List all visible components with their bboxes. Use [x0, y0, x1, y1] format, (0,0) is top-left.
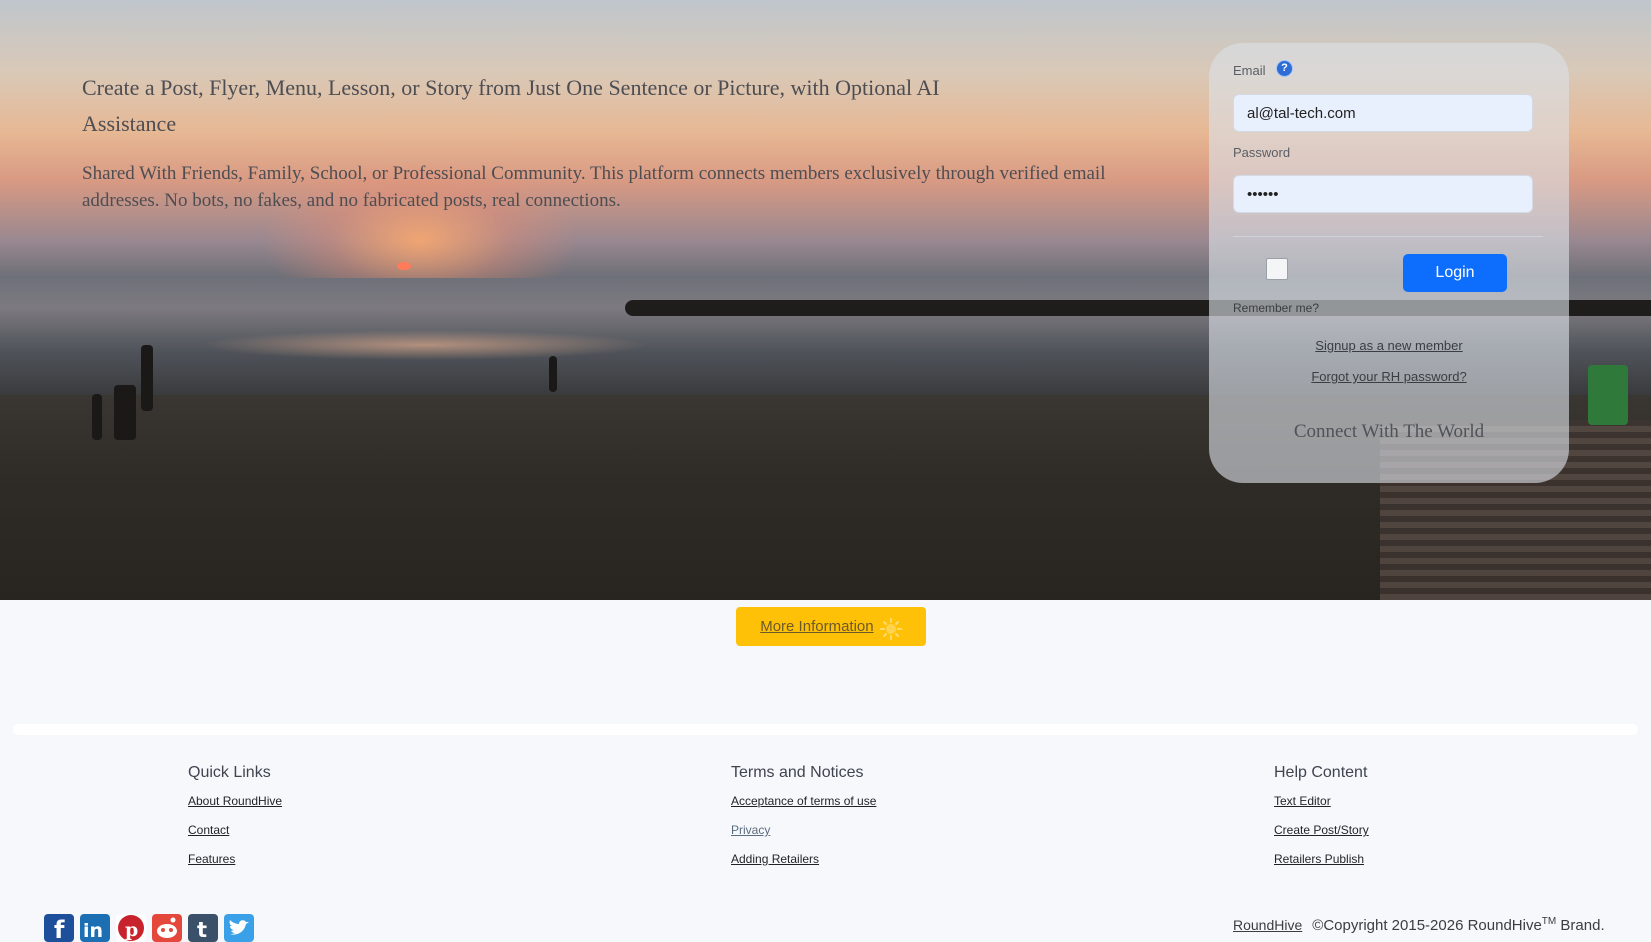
card-divider: [1233, 236, 1543, 237]
login-card: Email ? Password Remember me? Login Sign…: [1209, 43, 1569, 483]
footer-quick-links: Quick Links About RoundHive Contact Feat…: [188, 764, 282, 881]
footer-link-text-editor[interactable]: Text Editor: [1274, 794, 1369, 808]
footer-link-create-post[interactable]: Create Post/Story: [1274, 823, 1369, 837]
twitter-icon[interactable]: [224, 914, 254, 942]
footer-link-contact[interactable]: Contact: [188, 823, 282, 837]
pinterest-icon[interactable]: p: [116, 914, 146, 942]
copyright-text: ©Copyright 2015-2026 RoundHive: [1312, 917, 1542, 934]
footer-help: Help Content Text Editor Create Post/Sto…: [1274, 764, 1369, 881]
hero-title: Create a Post, Flyer, Menu, Lesson, or S…: [82, 75, 940, 136]
quick-links-heading: Quick Links: [188, 764, 271, 781]
footer-link-retailers-publish[interactable]: Retailers Publish: [1274, 852, 1369, 866]
remember-me-checkbox[interactable]: [1266, 258, 1288, 280]
tumblr-icon[interactable]: t: [188, 914, 218, 942]
remember-me-label: Remember me?: [1233, 301, 1320, 315]
silhouette-person: [92, 394, 102, 440]
help-heading: Help Content: [1274, 764, 1368, 781]
silhouette-person: [114, 385, 136, 440]
footer-divider: [13, 724, 1638, 735]
sea-reflection: [200, 330, 650, 360]
trademark-mark: TM: [1541, 916, 1557, 927]
password-field[interactable]: [1233, 175, 1533, 213]
signup-link[interactable]: Signup as a new member: [1209, 338, 1569, 353]
facebook-icon[interactable]: f: [44, 914, 74, 942]
silhouette-person: [141, 345, 153, 411]
login-button[interactable]: Login: [1403, 254, 1507, 292]
email-label: Email: [1233, 63, 1266, 78]
password-label: Password: [1233, 145, 1291, 160]
more-information-label: More Information: [760, 618, 874, 635]
footer-link-about[interactable]: About RoundHive: [188, 794, 282, 808]
svg-text:t: t: [197, 918, 207, 942]
reddit-icon[interactable]: [152, 914, 182, 942]
footer-link-adding-retailers[interactable]: Adding Retailers: [731, 852, 876, 866]
terms-heading: Terms and Notices: [731, 764, 864, 781]
footer-terms: Terms and Notices Acceptance of terms of…: [731, 764, 876, 881]
card-tagline: Connect With The World: [1293, 421, 1485, 442]
footer-link-privacy[interactable]: Privacy: [731, 823, 876, 837]
forgot-password-link[interactable]: Forgot your RH password?: [1209, 369, 1569, 384]
silhouette-person: [549, 356, 557, 392]
footer-link-features[interactable]: Features: [188, 852, 282, 866]
silhouette-person: [1588, 365, 1628, 425]
sun-icon: [879, 616, 902, 641]
help-icon[interactable]: ?: [1277, 61, 1292, 76]
copyright: RoundHive ©Copyright 2015-2026 RoundHiveT…: [1233, 916, 1605, 934]
linkedin-icon[interactable]: in: [80, 914, 110, 942]
svg-text:in: in: [83, 920, 103, 942]
hero-subtitle: Shared With Friends, Family, School, or …: [82, 163, 1106, 211]
svg-text:p: p: [125, 919, 138, 941]
footer-link-terms[interactable]: Acceptance of terms of use: [731, 794, 876, 808]
copyright-suffix: Brand.: [1556, 917, 1605, 934]
hero-text: Create a Post, Flyer, Menu, Lesson, or S…: [82, 70, 1122, 214]
email-field[interactable]: [1233, 94, 1533, 132]
brand-link[interactable]: RoundHive: [1233, 917, 1302, 933]
more-information-button[interactable]: More Information: [736, 607, 926, 646]
svg-text:f: f: [54, 916, 65, 942]
sun: [397, 262, 411, 270]
